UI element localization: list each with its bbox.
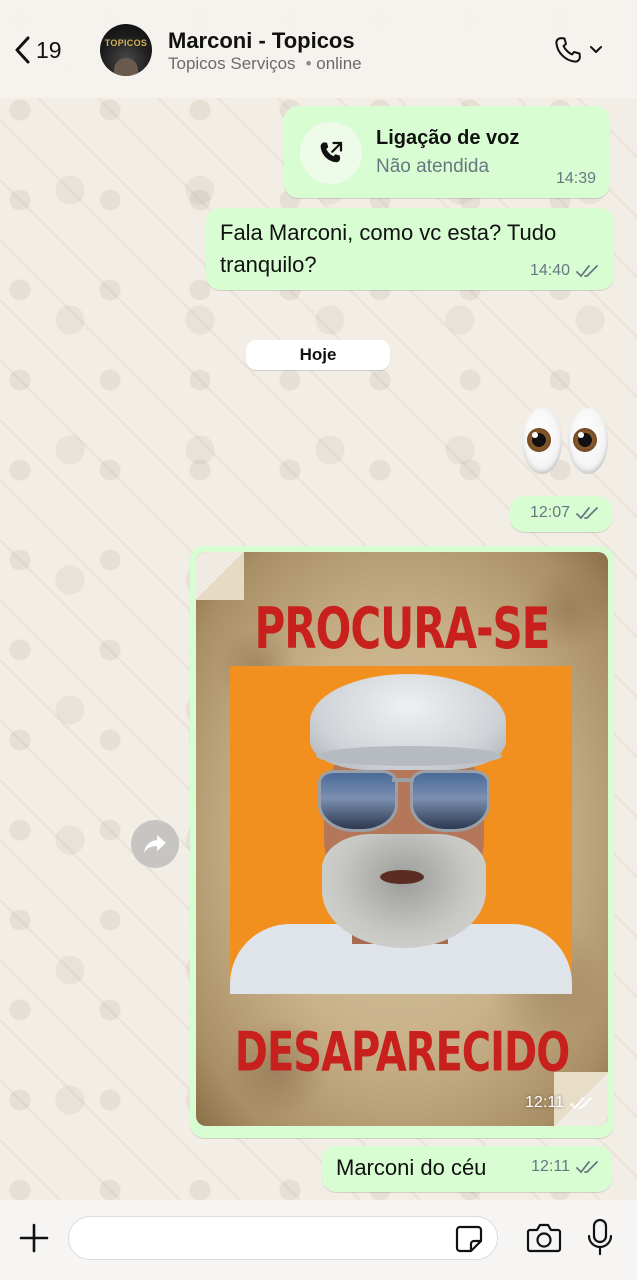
- avatar-person: [114, 58, 138, 76]
- online-status-text: online: [316, 54, 362, 73]
- phone-icon: [555, 37, 581, 63]
- poster-photo: [230, 666, 572, 994]
- message-time-text: 14:39: [555, 170, 596, 187]
- message-input[interactable]: [68, 1216, 498, 1260]
- chat-header: 19 TOPICOS Marconi - Topicos Topicos Ser…: [0, 0, 637, 98]
- missed-call-message[interactable]: Ligação de voz Não atendida 14:39: [284, 106, 610, 198]
- read-ticks-icon: [576, 1161, 598, 1174]
- voice-call-button[interactable]: [553, 34, 603, 66]
- contact-business-name: Topicos Serviços: [168, 54, 296, 73]
- call-icon-circle: [300, 122, 362, 184]
- unread-count: 19: [36, 36, 62, 63]
- message-text-line: tranquilo?: [220, 252, 317, 277]
- message-time: 12:11: [525, 1094, 594, 1112]
- avatar-logo: TOPICOS: [104, 38, 148, 48]
- back-button[interactable]: 19: [14, 36, 62, 64]
- microphone-icon[interactable]: [586, 1218, 614, 1256]
- contact-name[interactable]: Marconi - Topicos: [168, 28, 355, 54]
- read-ticks-icon: [576, 265, 598, 278]
- message-time-text: 14:40: [529, 262, 570, 279]
- sticker-icon[interactable]: [454, 1224, 484, 1254]
- poster-heading-top: PROCURA-SE: [254, 595, 551, 662]
- message-text: Marconi do céu: [336, 1155, 487, 1180]
- plus-icon[interactable]: [18, 1222, 50, 1254]
- outgoing-text-message[interactable]: Marconi do céu 12:11: [322, 1146, 612, 1192]
- message-text-line: Fala Marconi, como vc esta? Tudo: [220, 220, 557, 245]
- online-status: • online: [305, 54, 362, 73]
- poster-heading-bottom: DESAPARECIDO: [234, 1021, 570, 1085]
- message-time-text: 12:07: [529, 504, 570, 521]
- eyes-emoji-message[interactable]: [520, 408, 612, 480]
- message-time: 14:40: [530, 262, 600, 280]
- avatar[interactable]: TOPICOS: [100, 24, 152, 76]
- chevron-down-icon: [590, 46, 602, 53]
- message-time-text: 12:11: [525, 1094, 564, 1111]
- message-composer: [0, 1200, 637, 1280]
- message-time-text: 12:11: [531, 1158, 570, 1175]
- date-separator: Hoje: [246, 340, 390, 370]
- call-title: Ligação de voz: [376, 127, 520, 149]
- read-ticks-icon: [576, 507, 598, 520]
- message-time: 12:11: [531, 1158, 600, 1176]
- emoji-time-bubble: 12:07: [510, 496, 612, 532]
- outgoing-call-icon: [320, 141, 343, 163]
- contact-subtitle: Topicos Serviços • online: [168, 54, 362, 74]
- read-ticks-icon: [570, 1097, 592, 1110]
- image-message[interactable]: PROCURA-SE DESAPARECIDO 12:11: [190, 546, 614, 1138]
- camera-icon[interactable]: [526, 1222, 562, 1254]
- forward-button[interactable]: [131, 820, 179, 868]
- message-time: 12:07: [530, 504, 600, 522]
- forward-icon: [144, 835, 166, 853]
- eyes-emoji-icon: [522, 408, 562, 474]
- wanted-poster-image[interactable]: PROCURA-SE DESAPARECIDO 12:11: [196, 552, 608, 1126]
- eyes-emoji-icon: [568, 408, 608, 474]
- chevron-left-icon: [15, 36, 30, 64]
- message-list: Ligação de voz Não atendida 14:39 Fala M…: [0, 0, 637, 1280]
- call-status: Não atendida: [376, 156, 490, 177]
- message-time: 14:39: [556, 170, 596, 188]
- outgoing-text-message[interactable]: Fala Marconi, como vc esta? Tudo tranqui…: [206, 208, 614, 290]
